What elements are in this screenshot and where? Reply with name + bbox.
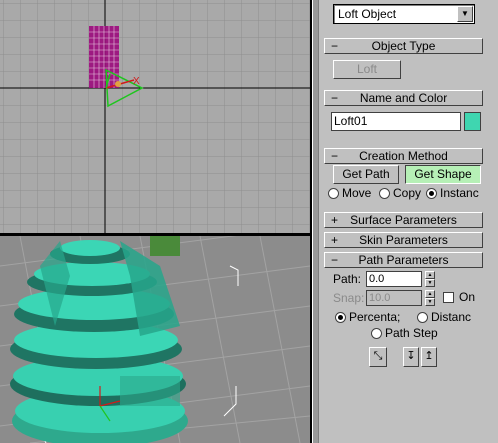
snap-spinner[interactable]: ▲ ▼ <box>425 290 435 306</box>
get-path-button[interactable]: Get Path <box>333 165 399 184</box>
object-color-swatch[interactable] <box>464 112 481 131</box>
distance-radio[interactable] <box>417 312 428 323</box>
snap-value-field[interactable]: 10.0 <box>366 290 422 306</box>
rollout-skin-parameters[interactable]: + Skin Parameters <box>324 232 483 248</box>
percentage-label: Percenta; <box>349 310 401 324</box>
get-shape-button[interactable]: Get Shape <box>405 165 481 184</box>
pick-shape-icon[interactable]: ⤡ <box>369 347 387 367</box>
copy-radio[interactable] <box>379 188 390 199</box>
distance-label: Distanc <box>431 310 472 324</box>
rollout-surface-parameters[interactable]: + Surface Parameters <box>324 212 483 228</box>
rollout-creation-method[interactable]: − Creation Method <box>324 148 483 164</box>
move-radio[interactable] <box>328 188 339 199</box>
svg-text:X: X <box>133 76 140 87</box>
perspective-viewport[interactable] <box>0 236 312 443</box>
chevron-down-icon[interactable]: ▼ <box>457 6 473 22</box>
rollout-title: Name and Color <box>359 91 448 105</box>
object-category-value: Loft Object <box>338 7 397 21</box>
snap-label: Snap: <box>333 291 365 305</box>
rollout-title: Surface Parameters <box>350 213 457 227</box>
shape-circle-mesh <box>89 26 119 88</box>
loft-button[interactable]: Loft <box>333 60 401 79</box>
path-value-field[interactable]: 0.0 <box>366 271 422 287</box>
object-name-field[interactable]: Loft01 <box>331 112 461 131</box>
perspective-scene <box>0 236 310 443</box>
copy-label: Copy <box>393 186 422 200</box>
rollout-path-parameters[interactable]: − Path Parameters <box>324 252 483 268</box>
path-steps-radio[interactable] <box>371 328 382 339</box>
rollout-title: Object Type <box>371 39 436 53</box>
snap-on-label: On <box>459 290 476 304</box>
top-viewport[interactable]: X <box>0 0 312 233</box>
percentage-radio[interactable] <box>335 312 346 323</box>
instance-label: Instanc <box>440 186 479 200</box>
snap-on-checkbox[interactable] <box>443 292 454 303</box>
path-spinner[interactable]: ▲ ▼ <box>425 271 435 287</box>
rollout-title: Path Parameters <box>358 253 449 267</box>
instance-radio[interactable] <box>426 188 437 199</box>
object-category-dropdown[interactable]: Loft Object ▼ <box>333 4 475 24</box>
move-label: Move <box>342 186 372 200</box>
path-steps-label: Path Step <box>385 326 438 340</box>
previous-shape-icon[interactable]: ↧ <box>403 347 419 367</box>
rollout-object-type[interactable]: − Object Type <box>324 38 483 54</box>
command-panel: Loft Object ▼ − Object Type Loft − Name … <box>318 0 498 443</box>
rollout-title: Creation Method <box>359 149 448 163</box>
path-label: Path: <box>333 272 362 286</box>
rollout-name-and-color[interactable]: − Name and Color <box>324 90 483 106</box>
rollout-title: Skin Parameters <box>359 233 448 247</box>
top-viewport-grid: X <box>0 0 310 233</box>
next-shape-icon[interactable]: ↥ <box>421 347 437 367</box>
